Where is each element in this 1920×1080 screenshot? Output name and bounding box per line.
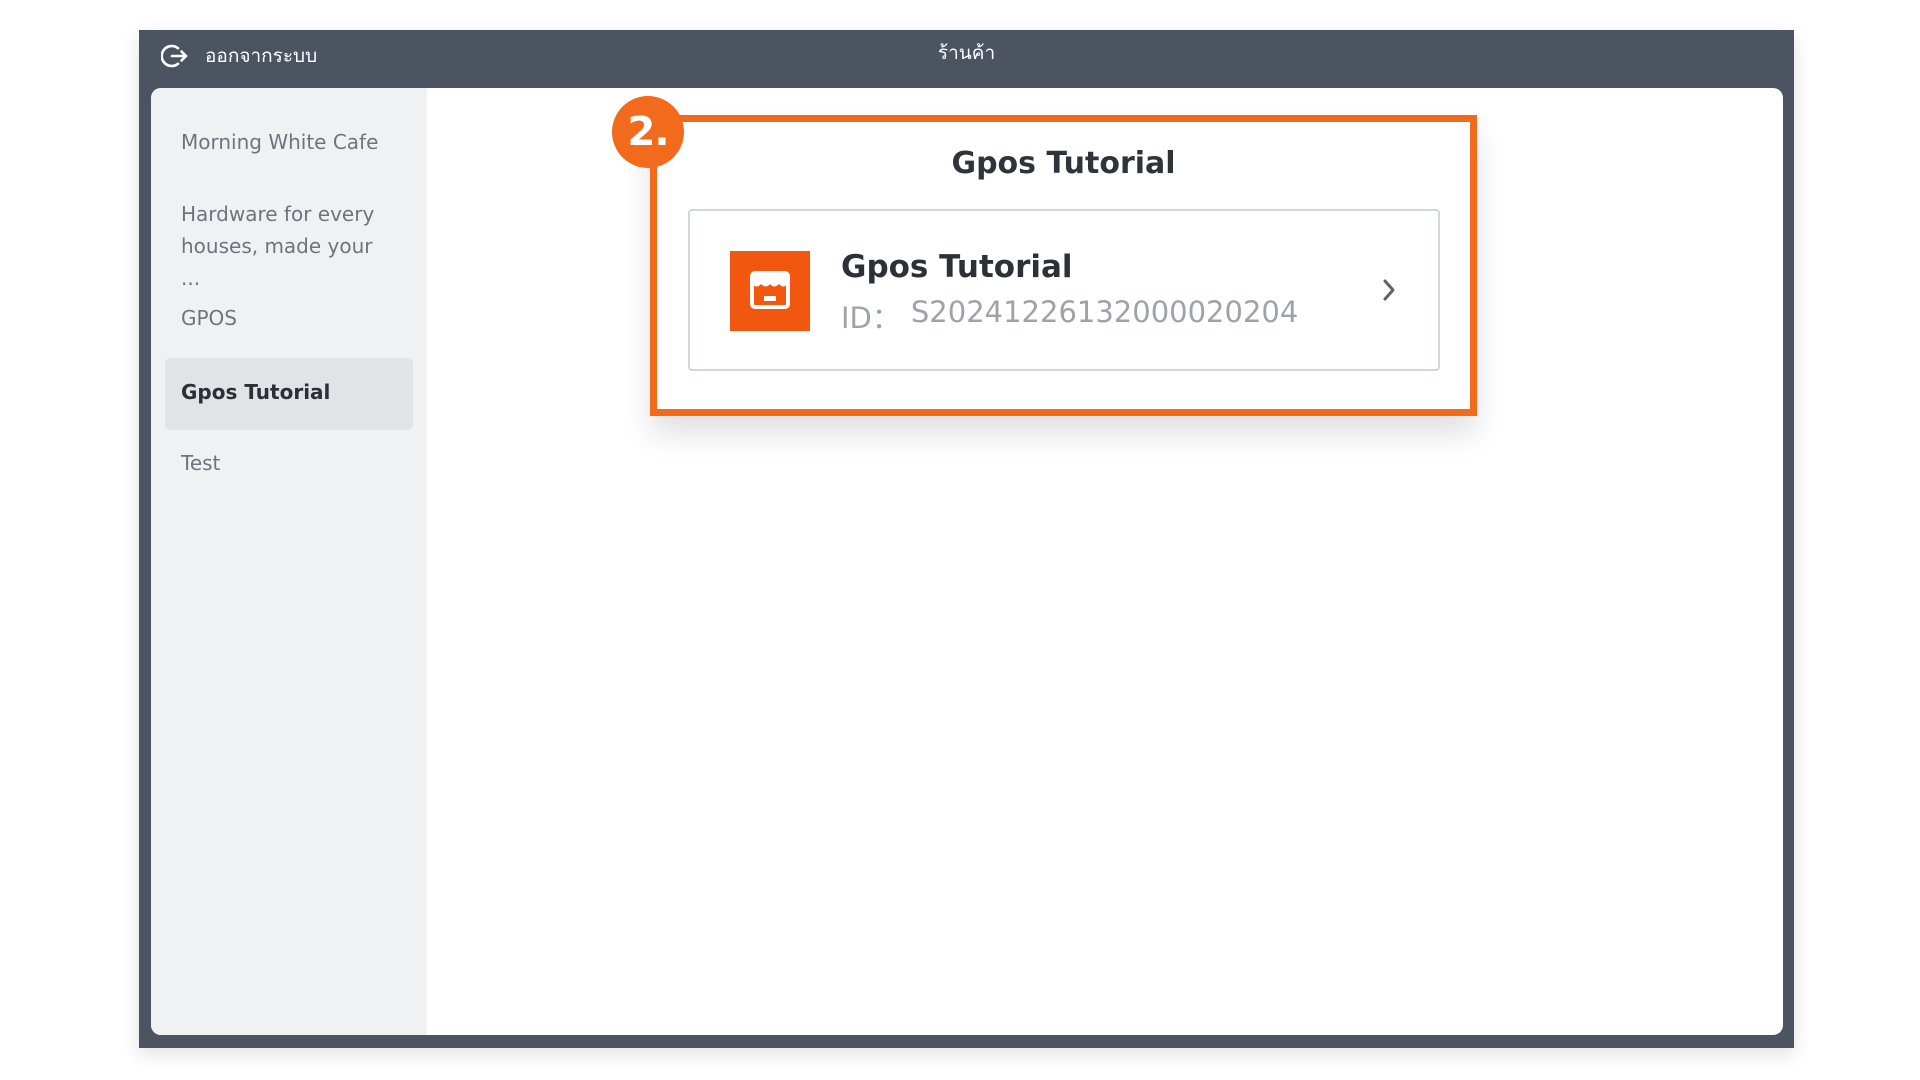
sidebar-item-hardware[interactable]: Hardware for every houses, made your ... [165, 198, 413, 294]
sidebar-item-label: Gpos Tutorial [181, 380, 331, 404]
sidebar-item-test[interactable]: Test [165, 447, 413, 479]
sidebar-item-label: Test [181, 451, 221, 475]
sidebar-item-label-line2: houses, made your ... [181, 234, 373, 290]
chevron-right-icon [1378, 275, 1400, 305]
step-badge: 2. [612, 96, 684, 168]
store-id-value: S20241226132000020204 [910, 295, 1299, 329]
store-id-label: ID： [841, 301, 901, 335]
store-card[interactable]: Gpos Tutorial ID： S20241226132000020204 [688, 209, 1440, 371]
store-panel-highlight: Gpos Tutorial Gpos Tutorial ID： S2024122… [650, 115, 1477, 416]
sidebar-item-morning-white-cafe[interactable]: Morning White Cafe [165, 126, 413, 158]
sidebar-item-label: Morning White Cafe [181, 130, 379, 154]
store-sidebar: Morning White Cafe Hardware for every ho… [151, 88, 427, 1035]
sidebar-item-gpos-tutorial[interactable]: Gpos Tutorial [165, 358, 413, 430]
store-id: ID： S20241226132000020204 [841, 295, 1298, 337]
topbar: ออกจากระบบ ร้านค้า [139, 30, 1794, 88]
sidebar-item-gpos[interactable]: GPOS [165, 302, 413, 334]
page: ออกจากระบบ ร้านค้า Morning White Cafe Ha… [0, 0, 1920, 1080]
sidebar-item-label: GPOS [181, 306, 237, 330]
page-title: ร้านค้า [937, 42, 996, 64]
store-panel-title: Gpos Tutorial [951, 146, 1176, 181]
sidebar-item-label-line1: Hardware for every [181, 202, 375, 226]
store-icon [730, 251, 810, 331]
store-name: Gpos Tutorial [841, 249, 1073, 285]
